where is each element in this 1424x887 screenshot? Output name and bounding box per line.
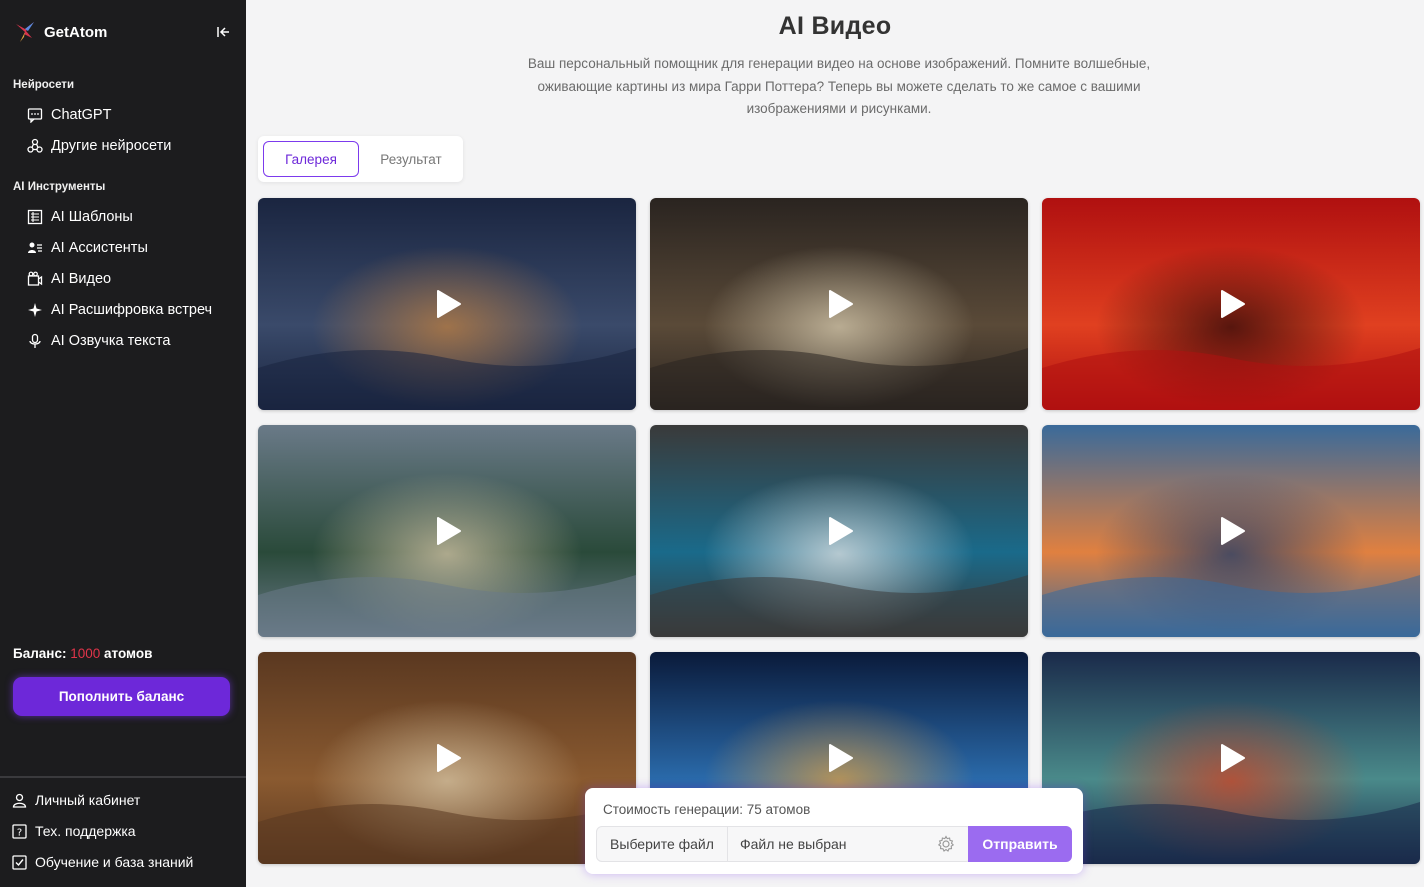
sidebar-item-chatgpt[interactable]: ChatGPT — [26, 104, 111, 126]
gallery-video-blue-train[interactable] — [1042, 425, 1420, 637]
collapse-icon — [217, 27, 229, 37]
play-icon — [437, 744, 461, 772]
gallery-video-astronauts-moon[interactable] — [258, 198, 636, 410]
sidebar-item-label: Личный кабинет — [35, 792, 141, 808]
sidebar-item-learning[interactable]: Обучение и база знаний — [12, 854, 193, 870]
file-input[interactable]: Выберите файл Файл не выбран — [596, 826, 972, 862]
chat-icon — [26, 107, 43, 124]
gallery-video-tree-in-cup[interactable] — [650, 425, 1028, 637]
play-icon — [437, 290, 461, 318]
user-icon — [12, 793, 27, 808]
microphone-icon — [26, 333, 43, 350]
file-status: Файл не выбран — [740, 836, 847, 852]
collapse-sidebar-button[interactable] — [212, 22, 234, 42]
sidebar-item-support[interactable]: ? Тех. поддержка — [12, 823, 136, 839]
section-title-neural: Нейросети — [13, 79, 75, 91]
sidebar-item-label: Тех. поддержка — [35, 823, 136, 839]
brand[interactable]: GetAtom — [14, 20, 107, 44]
sidebar-item-other-networks[interactable]: Другие нейросети — [26, 135, 171, 157]
gallery-video-spiral-staircase[interactable] — [258, 652, 636, 864]
gallery-video-painter-vitruvian[interactable] — [650, 198, 1028, 410]
generation-panel: Стоимость генерации: 75 атомов Выберите … — [585, 788, 1083, 874]
svg-text:?: ? — [17, 827, 22, 838]
tabs: Галерея Результат — [258, 136, 463, 182]
assistant-icon — [26, 240, 43, 257]
page-title: AI Видео — [778, 12, 892, 40]
getatom-logo-icon — [16, 22, 34, 42]
sidebar-divider — [0, 776, 246, 778]
sidebar: GetAtom Нейросети ChatGPT Другие нейросе… — [0, 0, 246, 887]
tab-gallery[interactable]: Галерея — [263, 141, 359, 177]
balance-unit: атомов — [104, 646, 153, 661]
send-button[interactable]: Отправить — [968, 826, 1072, 862]
balance-label: Баланс: — [13, 646, 67, 661]
topup-balance-button[interactable]: Пополнить баланс — [13, 677, 230, 716]
sidebar-item-ai-video[interactable]: AI Видео — [26, 268, 111, 290]
sidebar-item-label: AI Ассистенты — [51, 240, 148, 256]
help-icon: ? — [12, 823, 27, 839]
play-icon — [437, 517, 461, 545]
choose-file-button[interactable]: Выберите файл — [597, 827, 728, 861]
sparkle-icon — [26, 302, 43, 319]
play-icon — [1221, 517, 1245, 545]
balance-value: 1000 — [70, 646, 101, 661]
brand-name: GetAtom — [44, 23, 108, 41]
section-title-ai-tools: AI Инструменты — [13, 181, 106, 193]
sidebar-item-ai-transcription[interactable]: AI Расшифровка встреч — [26, 299, 212, 321]
sidebar-item-label: Обучение и база знаний — [35, 854, 194, 870]
template-icon — [26, 209, 43, 226]
play-icon — [1221, 744, 1245, 772]
gallery-video-wolf-crystal-ball[interactable] — [1042, 652, 1420, 864]
play-icon — [1221, 290, 1245, 318]
play-icon — [829, 744, 853, 772]
network-icon — [26, 138, 43, 155]
tab-result[interactable]: Результат — [364, 141, 458, 177]
gallery-video-tropical-beach[interactable] — [258, 425, 636, 637]
sidebar-item-label: Другие нейросети — [51, 138, 172, 154]
sidebar-item-label: ChatGPT — [51, 107, 112, 123]
sidebar-item-label: AI Расшифровка встреч — [51, 302, 213, 318]
settings-gear-icon[interactable] — [937, 835, 955, 853]
balance: Баланс: 1000 атомов — [13, 646, 152, 661]
sidebar-item-ai-voiceover[interactable]: AI Озвучка текста — [26, 330, 170, 352]
page-description: Ваш персональный помощник для генерации … — [527, 56, 1151, 116]
sidebar-item-label: AI Шаблоны — [51, 209, 133, 225]
play-icon — [829, 290, 853, 318]
generation-cost: Стоимость генерации: 75 атомов — [603, 802, 811, 817]
video-icon — [26, 271, 43, 288]
sidebar-item-label: AI Видео — [51, 271, 112, 287]
checklist-icon — [12, 854, 27, 870]
play-icon — [829, 517, 853, 545]
sidebar-item-profile[interactable]: Личный кабинет — [12, 792, 140, 808]
sidebar-item-ai-assistants[interactable]: AI Ассистенты — [26, 237, 148, 259]
gallery-video-astronaut-red[interactable] — [1042, 198, 1420, 410]
sidebar-item-label: AI Озвучка текста — [51, 333, 171, 349]
sidebar-item-ai-templates[interactable]: AI Шаблоны — [26, 206, 133, 228]
